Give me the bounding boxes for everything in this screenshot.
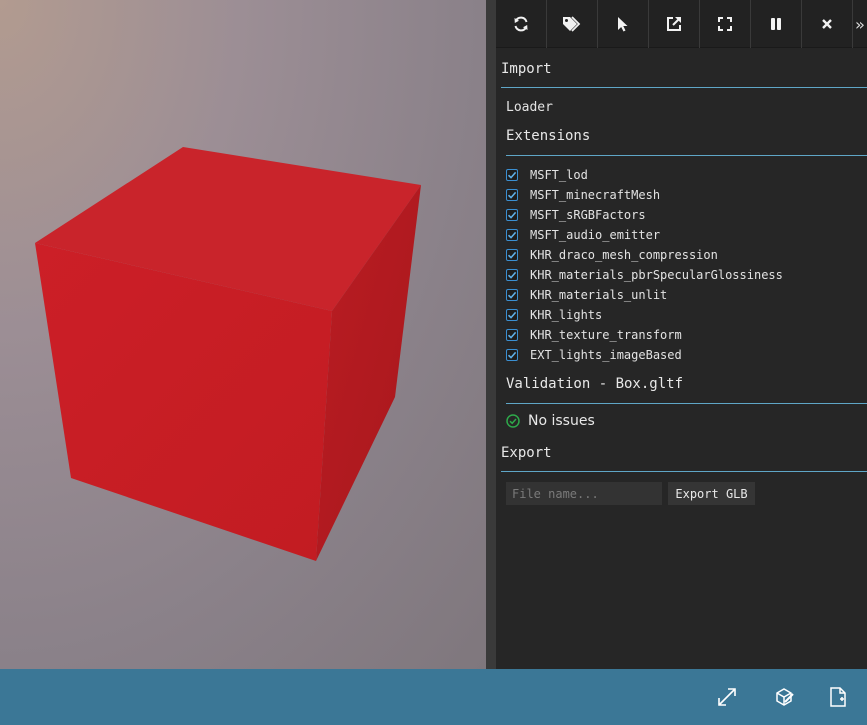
extension-checkbox[interactable] bbox=[506, 349, 518, 361]
3d-viewport[interactable] bbox=[0, 0, 486, 669]
check-circle-icon bbox=[506, 414, 520, 428]
extensions-section-title[interactable]: Extensions bbox=[506, 128, 590, 144]
extension-checkbox[interactable] bbox=[506, 249, 518, 261]
extension-label: MSFT_minecraftMesh bbox=[530, 188, 661, 202]
validation-divider bbox=[506, 403, 867, 404]
expand-icon bbox=[718, 17, 732, 31]
open-external-icon bbox=[667, 17, 681, 31]
extension-label: KHR_materials_unlit bbox=[530, 288, 668, 302]
export-filename-input[interactable] bbox=[506, 482, 662, 505]
checkmark-icon bbox=[507, 351, 517, 359]
extension-row[interactable]: KHR_materials_unlit bbox=[506, 286, 667, 304]
extension-row[interactable]: KHR_texture_transform bbox=[506, 326, 682, 344]
tags-icon bbox=[563, 16, 581, 32]
validation-status: No issues bbox=[506, 413, 595, 429]
close-button[interactable] bbox=[802, 0, 853, 48]
inspector-toolbar: » bbox=[496, 0, 867, 48]
checkmark-icon bbox=[507, 171, 517, 179]
inspector-icon bbox=[776, 688, 794, 706]
extension-label: EXT_lights_imageBased bbox=[530, 348, 682, 362]
extension-label: KHR_materials_pbrSpecularGlossiness bbox=[530, 268, 783, 282]
extension-row[interactable]: KHR_draco_mesh_compression bbox=[506, 246, 718, 264]
extension-checkbox[interactable] bbox=[506, 329, 518, 341]
tags-button[interactable] bbox=[547, 0, 598, 48]
extension-row[interactable]: KHR_lights bbox=[506, 306, 602, 324]
extension-row[interactable]: MSFT_sRGBFactors bbox=[506, 206, 646, 224]
import-section-title[interactable]: Import bbox=[501, 61, 552, 77]
refresh-icon bbox=[514, 16, 528, 32]
checkmark-icon bbox=[507, 331, 517, 339]
panel-divider[interactable] bbox=[486, 0, 496, 669]
extension-row[interactable]: MSFT_minecraftMesh bbox=[506, 186, 660, 204]
extension-row[interactable]: KHR_materials_pbrSpecularGlossiness bbox=[506, 266, 783, 284]
checkmark-icon bbox=[507, 231, 517, 239]
refresh-button[interactable] bbox=[496, 0, 547, 48]
export-divider bbox=[501, 471, 867, 472]
extension-label: MSFT_audio_emitter bbox=[530, 228, 661, 242]
extension-checkbox[interactable] bbox=[506, 289, 518, 301]
extension-label: KHR_draco_mesh_compression bbox=[530, 248, 718, 262]
extension-row[interactable]: MSFT_lod bbox=[506, 166, 588, 184]
extension-checkbox[interactable] bbox=[506, 169, 518, 181]
extension-checkbox[interactable] bbox=[506, 229, 518, 241]
pause-icon bbox=[771, 18, 781, 30]
checkmark-icon bbox=[507, 191, 517, 199]
extension-checkbox[interactable] bbox=[506, 209, 518, 221]
export-section-title[interactable]: Export bbox=[501, 445, 552, 461]
footer-bar bbox=[0, 669, 867, 725]
validation-section-title[interactable]: Validation - Box.gltf bbox=[506, 376, 683, 392]
loader-label[interactable]: Loader bbox=[506, 100, 553, 115]
extension-checkbox[interactable] bbox=[506, 269, 518, 281]
fullscreen-button[interactable] bbox=[700, 0, 751, 48]
checkmark-icon bbox=[507, 271, 517, 279]
inspector-toggle-button[interactable] bbox=[772, 685, 796, 709]
checkmark-icon bbox=[507, 211, 517, 219]
pick-button[interactable] bbox=[598, 0, 649, 48]
extension-checkbox[interactable] bbox=[506, 309, 518, 321]
toolbar-overflow-button[interactable]: » bbox=[853, 0, 867, 48]
new-file-button[interactable] bbox=[826, 685, 850, 709]
inspector-panel: » Import Loader Extensions MSFT_lod MSFT_… bbox=[496, 0, 867, 669]
checkmark-icon bbox=[507, 311, 517, 319]
pause-button[interactable] bbox=[751, 0, 802, 48]
extensions-divider bbox=[506, 155, 867, 156]
popup-button[interactable] bbox=[649, 0, 700, 48]
extension-row[interactable]: EXT_lights_imageBased bbox=[506, 346, 682, 364]
extension-label: KHR_texture_transform bbox=[530, 328, 682, 342]
import-divider bbox=[501, 87, 867, 88]
fullscreen-toggle-button[interactable] bbox=[715, 685, 739, 709]
pointer-icon bbox=[618, 17, 628, 32]
checkmark-icon bbox=[507, 251, 517, 259]
extension-label: MSFT_lod bbox=[530, 168, 588, 182]
box-model bbox=[35, 147, 421, 561]
new-file-icon bbox=[830, 687, 846, 707]
extension-checkbox[interactable] bbox=[506, 189, 518, 201]
extension-label: MSFT_sRGBFactors bbox=[530, 208, 646, 222]
fullscreen-icon bbox=[718, 688, 736, 706]
checkmark-icon bbox=[507, 291, 517, 299]
export-glb-button[interactable]: Export GLB bbox=[668, 482, 755, 505]
extension-label: KHR_lights bbox=[530, 308, 603, 322]
close-icon bbox=[822, 19, 832, 29]
validation-status-text: No issues bbox=[528, 413, 595, 429]
extension-row[interactable]: MSFT_audio_emitter bbox=[506, 226, 660, 244]
